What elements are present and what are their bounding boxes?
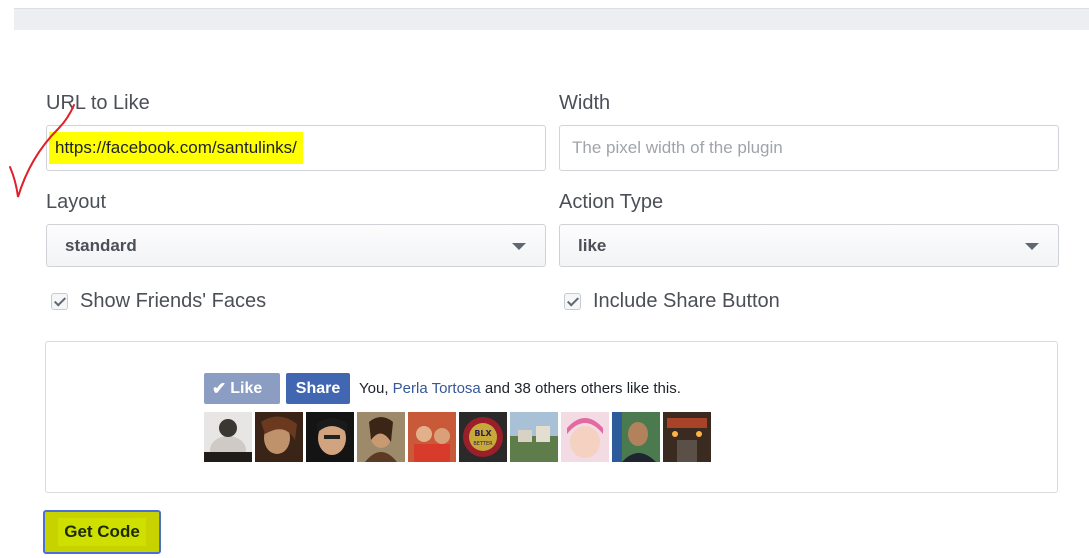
friend-avatar[interactable] — [306, 412, 354, 462]
friend-avatar[interactable] — [612, 412, 660, 462]
chevron-down-icon — [512, 243, 526, 250]
layout-value: standard — [65, 235, 137, 255]
like-button[interactable]: ✔ Like — [204, 373, 280, 404]
width-label: Width — [559, 92, 611, 114]
share-button-option[interactable]: Include Share Button — [564, 290, 780, 313]
friend-faces: BLX BETTER — [204, 412, 714, 462]
width-placeholder: The pixel width of the plugin — [572, 138, 783, 157]
url-input[interactable]: https://facebook.com/santulinks/ — [46, 125, 546, 171]
action-type-label: Action Type — [559, 191, 664, 213]
layout-select[interactable]: standard — [46, 224, 546, 267]
share-button-checkbox[interactable] — [564, 293, 581, 310]
chevron-down-icon — [1025, 243, 1039, 250]
friend-avatar[interactable] — [255, 412, 303, 462]
svg-text:BETTER: BETTER — [473, 441, 493, 447]
width-input[interactable]: The pixel width of the plugin — [559, 125, 1059, 171]
plugin-preview: ✔ Like Share You, Perla Tortosa and 38 o… — [45, 341, 1058, 493]
top-bar — [14, 8, 1089, 30]
show-faces-option[interactable]: Show Friends' Faces — [51, 290, 266, 313]
show-faces-label: Show Friends' Faces — [80, 290, 267, 312]
social-suffix: and 38 others others like this. — [480, 380, 681, 397]
check-icon: ✔ — [212, 378, 227, 398]
action-type-value: like — [578, 235, 607, 255]
svg-text:BLX: BLX — [474, 429, 492, 438]
social-prefix: You, — [359, 380, 393, 397]
show-faces-checkbox[interactable] — [51, 293, 68, 310]
friend-avatar[interactable] — [663, 412, 711, 462]
friend-avatar[interactable] — [357, 412, 405, 462]
social-context: You, Perla Tortosa and 38 others others … — [359, 380, 681, 397]
friend-avatar[interactable] — [408, 412, 456, 462]
share-button-label: Include Share Button — [593, 290, 780, 312]
friend-avatar[interactable]: BLX BETTER — [459, 412, 507, 462]
friend-avatar[interactable] — [204, 412, 252, 462]
like-button-label: Like — [230, 379, 263, 397]
friend-avatar[interactable] — [510, 412, 558, 462]
like-plugin: ✔ Like Share You, Perla Tortosa and 38 o… — [204, 373, 681, 404]
share-button[interactable]: Share — [286, 373, 350, 404]
friend-name-link[interactable]: Perla Tortosa — [393, 380, 481, 397]
get-code-label: Get Code — [58, 518, 146, 546]
friend-avatar[interactable] — [561, 412, 609, 462]
action-type-select[interactable]: like — [559, 224, 1059, 267]
get-code-button[interactable]: Get Code — [43, 510, 161, 554]
share-button-text: Share — [295, 379, 341, 397]
checkmark-annotation-icon — [9, 104, 75, 198]
